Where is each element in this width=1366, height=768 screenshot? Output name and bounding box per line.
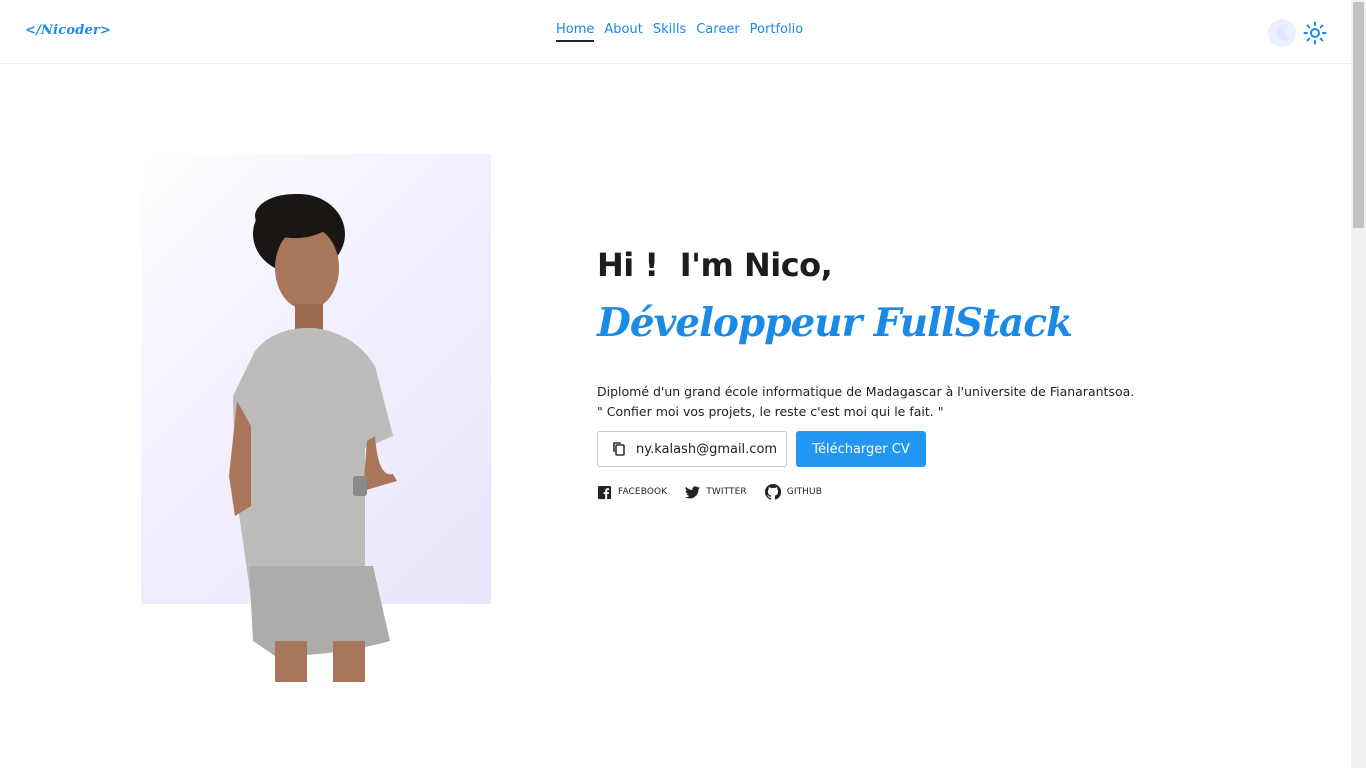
github-icon xyxy=(764,484,781,500)
page-scrollbar[interactable] xyxy=(1351,0,1366,768)
sun-icon xyxy=(1303,21,1327,45)
light-mode-button[interactable] xyxy=(1302,20,1328,46)
page: </Nicoder> Home About Skills Career Port… xyxy=(0,0,1366,768)
site-logo[interactable]: </Nicoder> xyxy=(25,23,111,38)
moon-icon xyxy=(1276,24,1291,41)
facebook-icon xyxy=(597,485,612,499)
download-cv-button[interactable]: Télécharger CV xyxy=(796,431,926,467)
social-links: FACEBOOK TWITTER GITHUB xyxy=(597,484,1157,500)
facebook-label: FACEBOOK xyxy=(618,487,668,497)
nav-skills[interactable]: Skills xyxy=(653,22,686,42)
hero-greeting: Hi ! I'm Nico, xyxy=(597,246,833,284)
dark-mode-button[interactable] xyxy=(1268,19,1296,47)
copy-email-button[interactable]: ny.kalash@gmail.com xyxy=(597,431,787,467)
hero-description: Diplomé d'un grand école informatique de… xyxy=(597,382,1157,422)
nav-home[interactable]: Home xyxy=(556,22,595,42)
profile-photo xyxy=(229,194,397,682)
scrollbar-thumb[interactable] xyxy=(1353,2,1364,228)
nav-about[interactable]: About xyxy=(604,22,642,42)
main-nav: Home About Skills Career Portfolio xyxy=(556,22,803,42)
email-text: ny.kalash@gmail.com xyxy=(636,441,778,457)
twitter-link[interactable]: TWITTER xyxy=(685,484,747,500)
facebook-link[interactable]: FACEBOOK xyxy=(597,484,667,500)
hero-section: Hi ! I'm Nico, Développeur FullStack Dip… xyxy=(597,246,1157,500)
twitter-icon xyxy=(685,485,701,498)
description-line-2: " Confier moi vos projets, le reste c'es… xyxy=(597,404,944,419)
hero-role: Développeur FullStack xyxy=(597,300,1073,346)
nav-career[interactable]: Career xyxy=(696,22,739,42)
theme-toggle xyxy=(1268,19,1328,47)
top-navbar: </Nicoder> Home About Skills Career Port… xyxy=(0,0,1351,64)
nav-portfolio[interactable]: Portfolio xyxy=(750,22,803,42)
github-link[interactable]: GITHUB xyxy=(764,484,823,500)
github-label: GITHUB xyxy=(786,487,823,497)
hero-actions: ny.kalash@gmail.com Télécharger CV xyxy=(597,431,1157,467)
copy-icon xyxy=(613,442,625,456)
description-line-1: Diplomé d'un grand école informatique de… xyxy=(597,384,1135,399)
twitter-label: TWITTER xyxy=(706,487,747,497)
